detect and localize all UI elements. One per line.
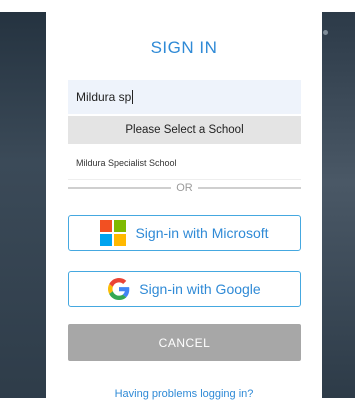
divider-line-right [197,187,301,189]
school-option[interactable]: Mildura Specialist School [68,146,301,180]
school-search-value: Mildura sp [76,90,132,104]
school-search-input[interactable]: Mildura sp [68,80,301,114]
top-edge [0,0,355,12]
microsoft-logo-icon [100,220,127,246]
backdrop-left [0,0,46,405]
sign-in-microsoft-button[interactable]: Sign-in with Microsoft [68,215,301,251]
or-divider: OR [68,180,301,196]
google-button-label: Sign-in with Google [139,281,261,297]
login-help-link[interactable]: Having problems logging in? [46,388,322,400]
school-dropdown-header: Please Select a School [68,116,301,144]
or-text: OR [176,182,193,194]
google-logo-icon [108,278,130,300]
backdrop-right [322,0,355,405]
microsoft-button-label: Sign-in with Microsoft [135,225,269,241]
cancel-button[interactable]: CANCEL [68,324,301,361]
sign-in-google-button[interactable]: Sign-in with Google [68,271,301,307]
text-caret [132,90,134,104]
divider-line-left [68,187,172,189]
sign-in-dialog: SIGN IN Mildura sp Please Select a Schoo… [46,12,322,405]
dialog-title: SIGN IN [150,38,218,57]
backdrop-dot [323,30,328,35]
